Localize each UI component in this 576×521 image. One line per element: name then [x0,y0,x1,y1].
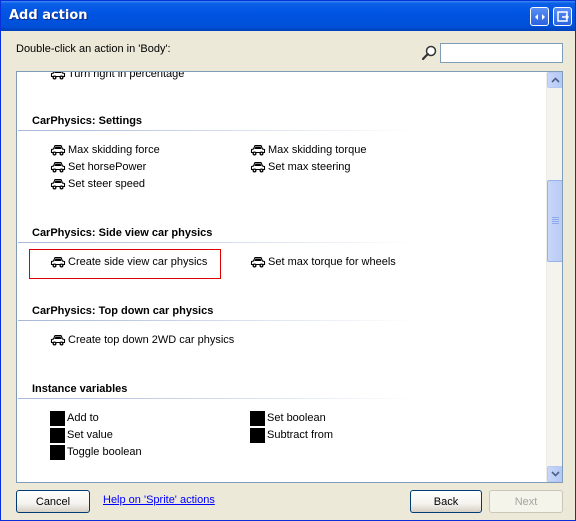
list-item[interactable]: Create side view car physics [50,254,207,270]
action-label: Set horsePower [68,161,147,173]
variable-icon [250,427,265,443]
action-label: Set steer speed [68,178,146,190]
search-icon [421,45,437,61]
list-item[interactable]: Set max torque for wheels [250,254,396,270]
car-icon [50,178,66,191]
section-divider [18,130,418,131]
car-icon [50,72,66,81]
car-icon [250,144,266,157]
window-title: Add action [9,8,88,23]
car-icon [250,256,266,269]
section-divider [18,320,418,321]
car-icon [50,161,66,174]
list-item[interactable]: Create top down 2WD car physics [50,332,234,348]
vertical-scrollbar[interactable] [546,72,562,482]
section-divider [18,242,418,243]
restore-button[interactable] [530,7,549,26]
action-label: Create side view car physics [68,256,208,268]
variable-icon [50,427,65,443]
back-button[interactable]: Back [410,490,482,513]
section-heading: CarPhysics: Settings [32,115,143,127]
variable-icon [50,444,65,460]
action-label: Turn right in percentage [68,71,185,80]
list-item[interactable]: Set steer speed [50,176,145,192]
restore-icon [535,14,545,20]
list-item[interactable]: Set horsePower [50,159,146,175]
section-heading: Instance variables [32,383,128,395]
section-divider [18,398,418,399]
action-label: Toggle boolean [67,446,142,458]
action-label: Set value [67,429,113,441]
action-label: Set max steering [268,161,351,173]
action-label: Set boolean [267,412,326,424]
section-heading: CarPhysics: Top down car physics [32,305,214,317]
chevron-down-icon [551,471,560,477]
action-list[interactable]: Turn right in percentage CarPhysics: Set… [16,71,563,483]
action-label: Create top down 2WD car physics [68,334,235,346]
instruction-label: Double-click an action in 'Body': [16,43,171,55]
title-bar[interactable]: Add action [1,1,575,31]
list-item[interactable]: Add to [50,410,99,426]
list-item[interactable]: Subtract from [250,427,333,443]
action-label: Subtract from [267,429,334,441]
list-item[interactable]: Toggle boolean [50,444,142,460]
car-icon [50,256,66,269]
section-heading: CarPhysics: Side view car physics [32,227,213,239]
list-item[interactable]: Set value [50,427,113,443]
close-window-button[interactable] [553,7,572,26]
list-item[interactable]: Max skidding force [50,142,160,158]
action-label: Set max torque for wheels [268,256,396,268]
car-icon [250,161,266,174]
car-icon [50,144,66,157]
list-item[interactable]: Set boolean [250,410,326,426]
next-button[interactable]: Next [489,490,563,513]
car-icon [50,334,66,347]
variable-icon [250,410,265,426]
list-item[interactable]: Set max steering [250,159,351,175]
scroll-thumb[interactable] [547,180,562,262]
action-label: Max skidding force [68,144,160,156]
cancel-button[interactable]: Cancel [16,490,90,513]
action-label: Max skidding torque [268,144,367,156]
close-icon [557,11,570,22]
add-action-dialog: Add action Double-click an action in 'Bo… [0,0,576,521]
action-label: Add to [67,412,99,424]
scroll-down-button[interactable] [547,466,562,482]
chevron-up-icon [551,77,560,83]
scroll-up-button[interactable] [547,72,562,88]
variable-icon [50,410,65,426]
search-input[interactable] [440,43,563,63]
list-item[interactable]: Turn right in percentage [50,71,185,82]
help-link[interactable]: Help on 'Sprite' actions [103,494,215,506]
list-item[interactable]: Max skidding torque [250,142,366,158]
